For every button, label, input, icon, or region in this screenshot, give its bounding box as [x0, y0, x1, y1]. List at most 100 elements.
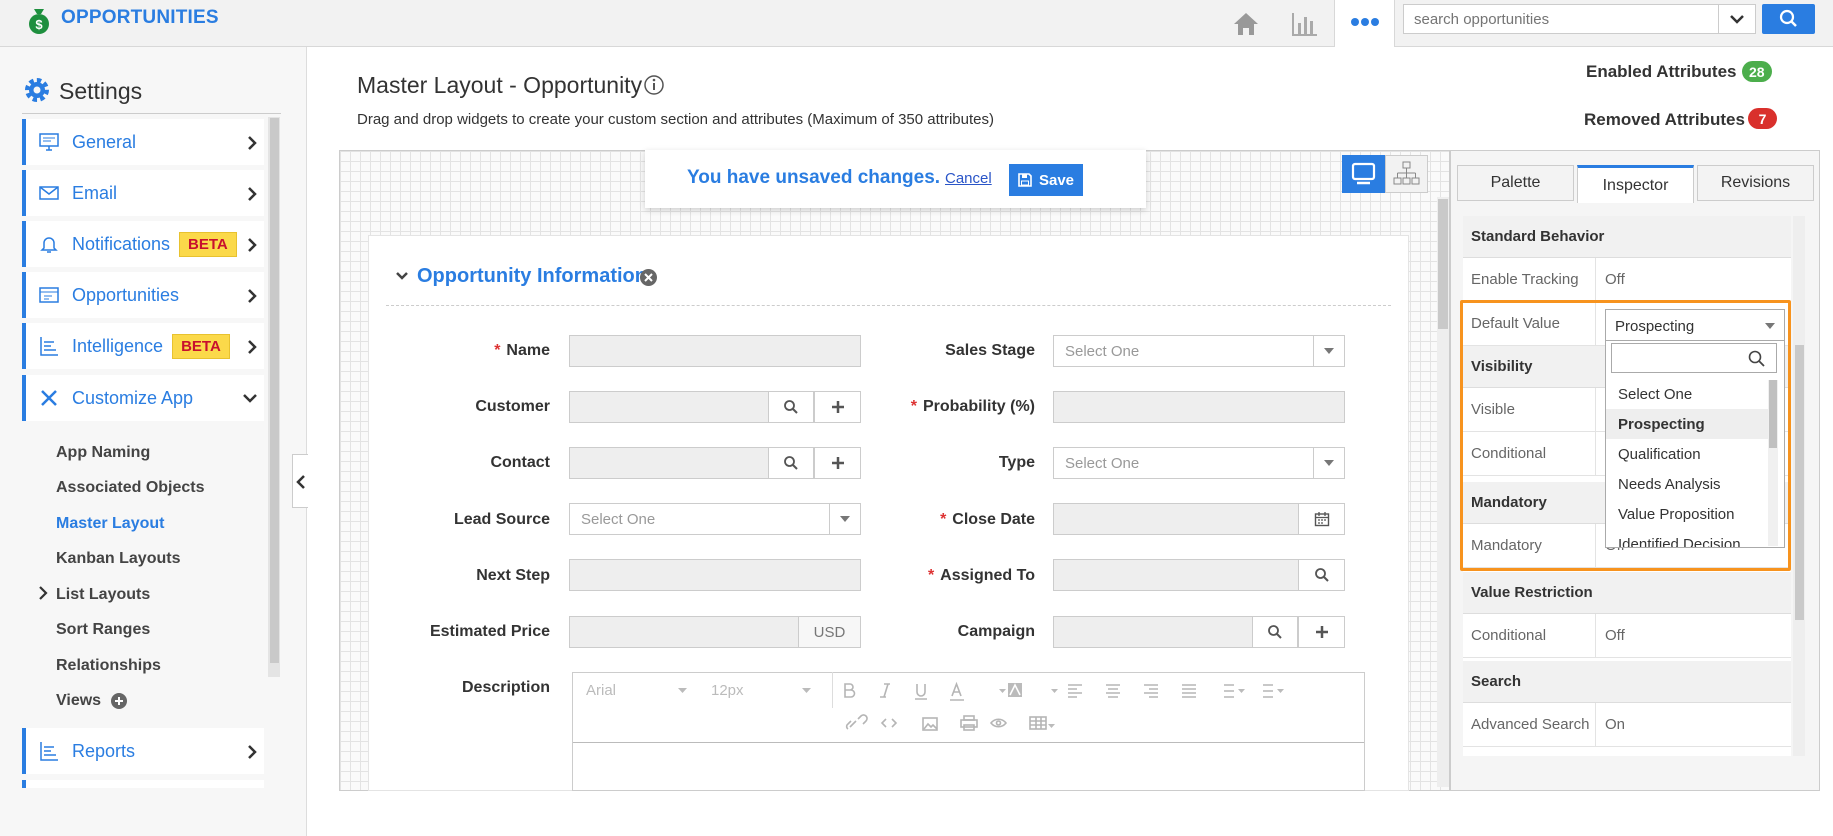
- desktop-view-button[interactable]: [1342, 155, 1385, 193]
- toolbar-separator: [832, 672, 833, 708]
- probability-input[interactable]: [1053, 391, 1345, 423]
- remove-section-icon[interactable]: [639, 268, 658, 287]
- search-icon[interactable]: [768, 392, 814, 422]
- chevron-down-icon: [242, 391, 258, 405]
- svg-text:$: $: [35, 17, 43, 32]
- next-step-input[interactable]: [569, 559, 861, 591]
- subitem-relationships[interactable]: Relationships: [56, 657, 161, 675]
- search-icon[interactable]: [768, 448, 814, 478]
- info-icon[interactable]: [643, 74, 665, 96]
- subitem-views[interactable]: Views: [56, 692, 101, 710]
- gear-icon: [22, 75, 52, 105]
- home-icon[interactable]: [1231, 0, 1261, 47]
- search-input[interactable]: [1403, 4, 1719, 34]
- floppy-disk-icon: [1018, 173, 1032, 187]
- collapse-sidebar-button[interactable]: [292, 454, 308, 508]
- cancel-link[interactable]: Cancel: [945, 170, 992, 187]
- search-icon[interactable]: [1298, 560, 1344, 590]
- customer-input[interactable]: [569, 391, 861, 423]
- app-title[interactable]: OPPORTUNITIES: [61, 7, 219, 29]
- assigned-to-input[interactable]: [1053, 559, 1345, 591]
- lead-source-label: Lead Source: [453, 511, 550, 528]
- removed-attributes-label: Removed Attributes: [1584, 110, 1745, 129]
- subitem-associated-objects[interactable]: Associated Objects: [56, 479, 205, 497]
- sidebar-item-general[interactable]: General: [22, 119, 264, 165]
- font-family-select[interactable]: Arial: [586, 682, 616, 699]
- customer-label: Customer: [475, 398, 550, 415]
- chevron-right-icon: [246, 288, 258, 304]
- type-select[interactable]: Select One: [1053, 447, 1345, 479]
- tab-revisions[interactable]: Revisions: [1697, 165, 1814, 201]
- advanced-search-row[interactable]: Advanced Search On: [1463, 703, 1791, 747]
- bar-chart-icon[interactable]: [1290, 0, 1320, 47]
- sidebar-item-label: Customize App: [72, 387, 194, 408]
- search-button[interactable]: [1762, 4, 1815, 34]
- contact-input[interactable]: [569, 447, 861, 479]
- probability-label: * Probability (%): [910, 398, 1035, 415]
- bell-icon: [38, 233, 60, 255]
- beta-badge: BETA: [179, 231, 237, 257]
- tab-palette[interactable]: Palette: [1457, 165, 1574, 201]
- formatting-icons: [840, 681, 1340, 737]
- font-size-select[interactable]: 12px: [711, 682, 744, 699]
- highlight-box: [1460, 300, 1791, 571]
- inspector-scroll-thumb[interactable]: [1795, 345, 1804, 620]
- sidebar-scroll-thumb[interactable]: [270, 118, 279, 663]
- sidebar-item-reports[interactable]: Reports: [22, 728, 264, 774]
- section-title[interactable]: Opportunity Information: [417, 265, 647, 288]
- chevron-down-icon[interactable]: [395, 270, 409, 282]
- sidebar-item-opportunities[interactable]: Opportunities: [22, 272, 264, 318]
- close-date-label: * Close Date: [940, 511, 1035, 528]
- sidebar-item-notifications[interactable]: Notifications BETA: [22, 221, 264, 267]
- enabled-count-badge: 28: [1742, 61, 1772, 82]
- enable-tracking-row[interactable]: Enable Tracking Off: [1463, 258, 1791, 302]
- plus-icon[interactable]: [1298, 617, 1344, 647]
- type-label: Type: [998, 454, 1035, 471]
- select-placeholder: Select One: [581, 511, 656, 528]
- calendar-icon[interactable]: [1298, 504, 1344, 534]
- report-icon: [38, 740, 60, 762]
- unsaved-message: You have unsaved changes.: [687, 167, 941, 188]
- name-input[interactable]: [569, 335, 861, 367]
- sidebar-item-partial: [22, 780, 264, 788]
- next-step-label: Next Step: [476, 567, 550, 584]
- campaign-label: Campaign: [957, 623, 1035, 640]
- hierarchy-view-button[interactable]: [1385, 155, 1428, 193]
- settings-title: Settings: [59, 78, 143, 104]
- search-filter-dropdown[interactable]: [1719, 4, 1756, 34]
- subitem-list-layouts[interactable]: List Layouts: [56, 586, 150, 604]
- standard-behavior-header: Standard Behavior: [1463, 216, 1791, 258]
- canvas-scroll-thumb[interactable]: [1438, 199, 1448, 329]
- subitem-sort-ranges[interactable]: Sort Ranges: [56, 621, 150, 639]
- caret-down-icon: [1313, 336, 1344, 366]
- value-restriction-conditional-row[interactable]: Conditional Off: [1463, 614, 1791, 658]
- estimated-price-label: Estimated Price: [429, 623, 550, 640]
- tab-inspector[interactable]: Inspector: [1577, 165, 1694, 203]
- search-header: Search: [1463, 661, 1791, 703]
- assigned-to-label: * Assigned To: [927, 567, 1035, 584]
- chevron-right-icon[interactable]: [38, 586, 48, 600]
- chevron-right-icon: [246, 237, 258, 253]
- subitem-app-naming[interactable]: App Naming: [56, 444, 150, 462]
- subitem-kanban-layouts[interactable]: Kanban Layouts: [56, 550, 180, 568]
- campaign-input[interactable]: [1053, 616, 1345, 648]
- chevron-right-icon: [246, 744, 258, 760]
- description-label: Description: [461, 679, 550, 696]
- sidebar-item-intelligence[interactable]: Intelligence BETA: [22, 323, 264, 369]
- chevron-right-icon: [246, 186, 258, 202]
- more-menu-button[interactable]: [1334, 0, 1395, 47]
- sidebar-item-email[interactable]: Email: [22, 170, 264, 216]
- close-date-input[interactable]: [1053, 503, 1345, 535]
- subitem-master-layout[interactable]: Master Layout: [56, 515, 164, 533]
- estimated-price-input[interactable]: USD: [569, 616, 861, 648]
- add-view-icon[interactable]: [110, 692, 128, 710]
- sales-stage-select[interactable]: Select One: [1053, 335, 1345, 367]
- settings-sidebar: [0, 47, 307, 836]
- save-button[interactable]: Save: [1009, 164, 1083, 196]
- sidebar-item-label: Notifications: [72, 233, 171, 254]
- search-icon[interactable]: [1252, 617, 1298, 647]
- divider: [22, 113, 281, 114]
- sidebar-item-customize-app[interactable]: Customize App: [22, 375, 264, 421]
- lead-source-select[interactable]: Select One: [569, 503, 861, 535]
- save-label: Save: [1038, 171, 1075, 189]
